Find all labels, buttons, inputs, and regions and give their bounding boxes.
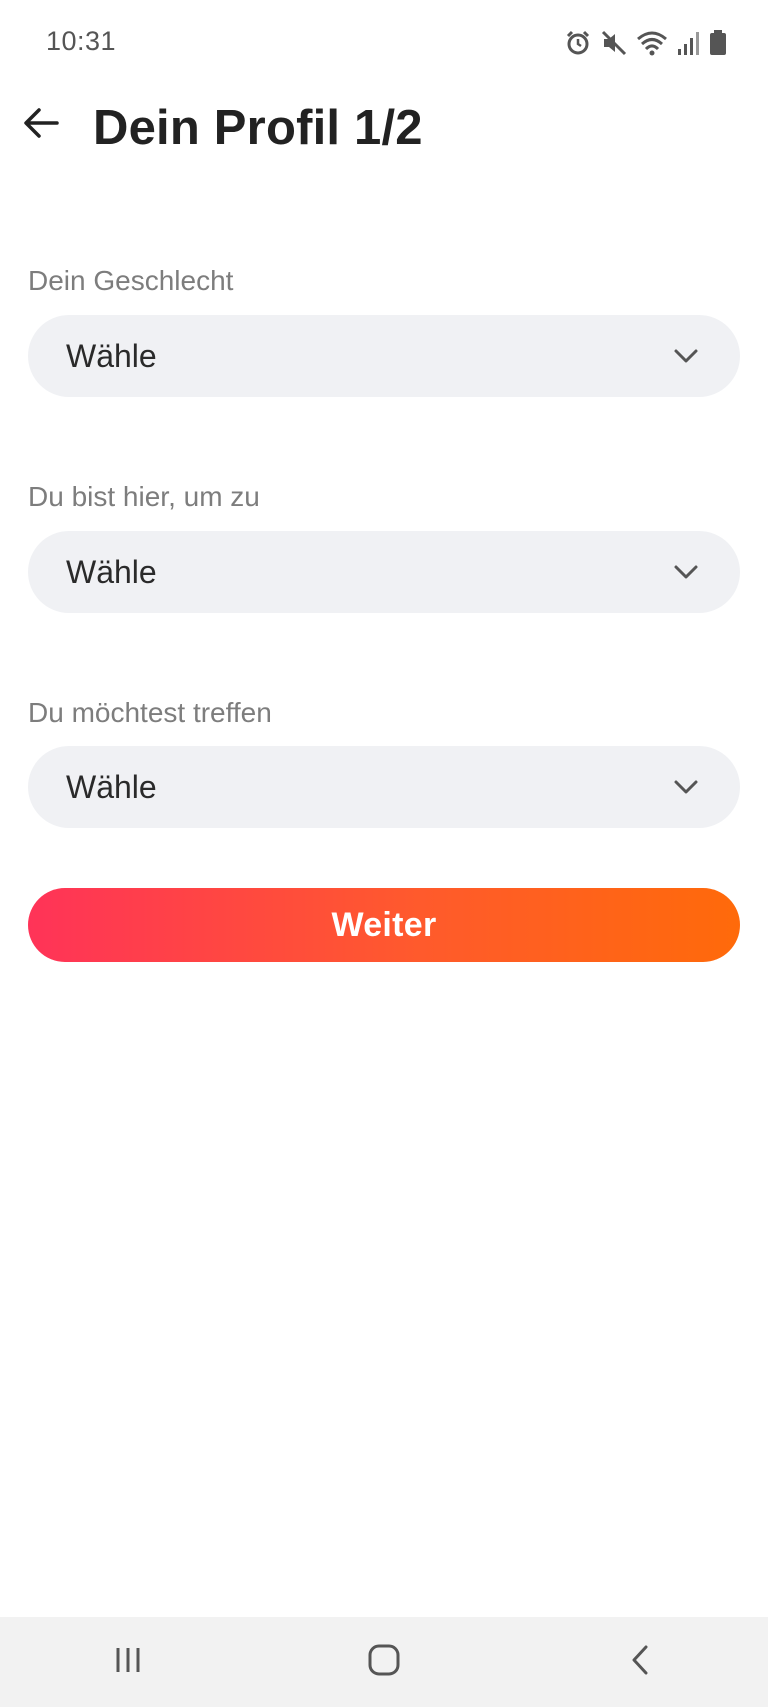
- chevron-down-icon: [672, 342, 700, 370]
- chevron-down-icon: [672, 558, 700, 586]
- meet-select-value: Wähle: [66, 768, 157, 805]
- wifi-icon: [636, 29, 668, 57]
- recent-apps-icon: [113, 1645, 143, 1680]
- meet-select[interactable]: Wähle: [28, 746, 740, 828]
- alarm-icon: [564, 29, 592, 57]
- purpose-select[interactable]: Wähle: [28, 531, 740, 613]
- mute-icon: [600, 29, 628, 57]
- continue-button[interactable]: Weiter: [28, 888, 740, 962]
- chevron-down-icon: [672, 773, 700, 801]
- home-button[interactable]: [324, 1622, 444, 1702]
- system-back-button[interactable]: [580, 1622, 700, 1702]
- status-icons: [564, 26, 728, 60]
- gender-select[interactable]: Wähle: [28, 315, 740, 397]
- profile-setup-screen: 10:31 Dein Profil 1/2 Dein Geschlecht Wä…: [0, 0, 768, 1707]
- gender-select-value: Wähle: [66, 337, 157, 374]
- back-button[interactable]: [14, 98, 68, 152]
- status-bar: 10:31: [0, 0, 768, 86]
- back-icon: [628, 1643, 652, 1682]
- battery-icon: [708, 29, 728, 57]
- purpose-select-value: Wähle: [66, 553, 157, 590]
- recent-apps-button[interactable]: [68, 1622, 188, 1702]
- system-nav-bar: [0, 1617, 768, 1707]
- gender-label: Dein Geschlecht: [28, 265, 234, 296]
- purpose-label: Du bist hier, um zu: [28, 481, 260, 512]
- home-icon: [367, 1643, 401, 1682]
- continue-button-label: Weiter: [331, 905, 437, 944]
- meet-label: Du möchtest treffen: [28, 697, 272, 728]
- status-time: 10:31: [46, 26, 117, 56]
- signal-icon: [676, 29, 700, 57]
- page-title: Dein Profil 1/2: [93, 101, 423, 155]
- arrow-left-icon: [23, 107, 59, 144]
